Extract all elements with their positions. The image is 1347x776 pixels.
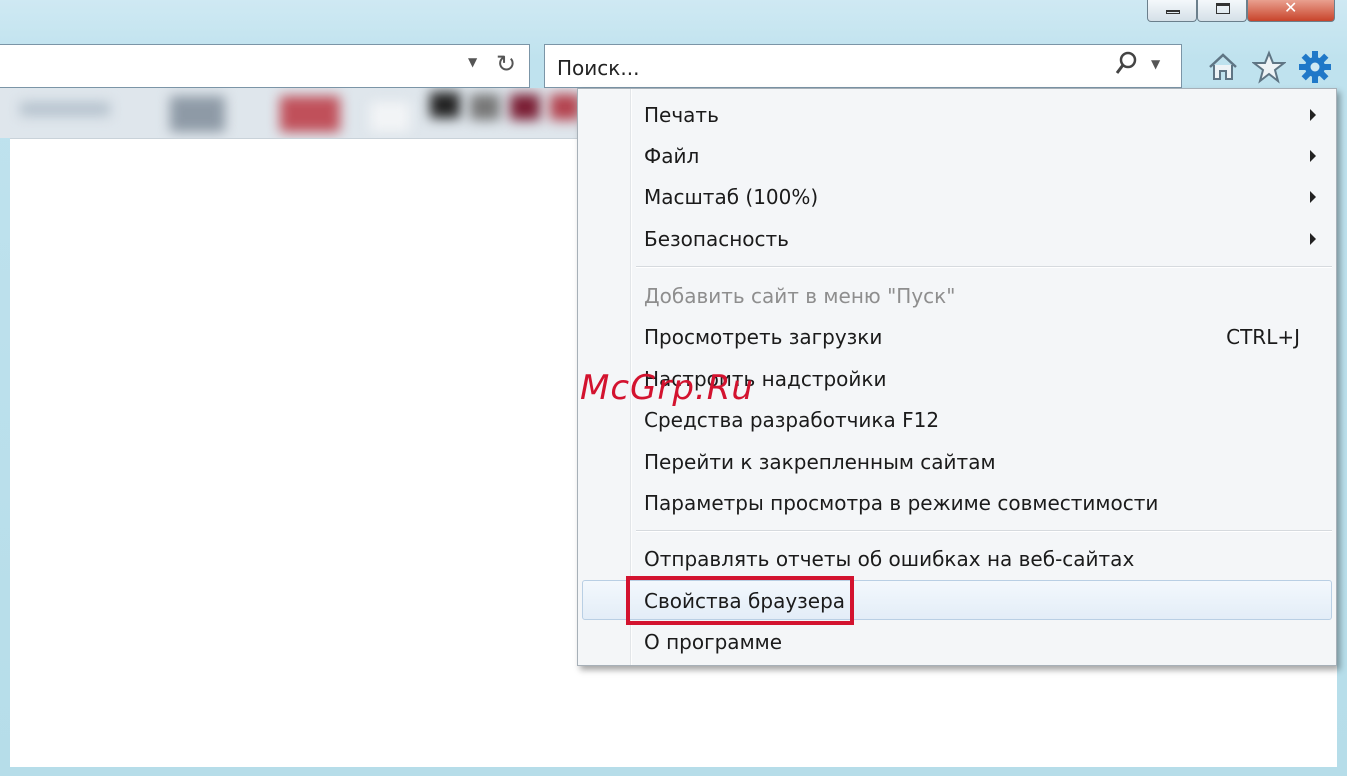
menu-item-label: Добавить сайт в меню "Пуск" — [644, 284, 956, 308]
close-button[interactable]: ✕ — [1247, 0, 1335, 22]
menu-item-label: Печать — [644, 103, 719, 127]
submenu-arrow-icon — [1310, 150, 1316, 162]
watermark: McGrp.Ru — [580, 368, 754, 408]
search-icon[interactable] — [1115, 49, 1139, 79]
menu-item-about[interactable]: О программе — [578, 622, 1336, 662]
highlight-box — [626, 576, 854, 625]
minimize-button[interactable] — [1147, 0, 1197, 22]
menu-separator — [636, 530, 1332, 532]
favorites-star-icon[interactable] — [1252, 50, 1286, 84]
submenu-arrow-icon — [1310, 191, 1316, 203]
refresh-icon[interactable]: ↻ — [496, 50, 516, 78]
submenu-arrow-icon — [1310, 233, 1316, 245]
menu-item-label: Отправлять отчеты об ошибках на веб-сайт… — [644, 547, 1135, 571]
menu-item-label: Параметры просмотра в режиме совместимос… — [644, 491, 1159, 515]
menu-item-shortcut: CTRL+J — [1226, 325, 1300, 349]
search-box[interactable]: Поиск... ▼ — [544, 44, 1182, 88]
search-dropdown-icon[interactable]: ▼ — [1151, 57, 1160, 71]
search-input[interactable]: Поиск... — [557, 56, 639, 80]
menu-item-label: О программе — [644, 630, 783, 654]
favorites-bar — [0, 88, 590, 138]
menu-item-label: Перейти к закрепленным сайтам — [644, 450, 996, 474]
menu-item-pinned-sites[interactable]: Перейти к закрепленным сайтам — [578, 442, 1336, 482]
menu-item-compatibility-view[interactable]: Параметры просмотра в режиме совместимос… — [578, 483, 1336, 523]
menu-item-safety[interactable]: Безопасность — [578, 219, 1336, 259]
maximize-icon — [1216, 3, 1230, 14]
menu-item-label: Файл — [644, 144, 700, 168]
menu-item-zoom[interactable]: Масштаб (100%) — [578, 177, 1336, 217]
menu-item-report-website-problems[interactable]: Отправлять отчеты об ошибках на веб-сайт… — [578, 539, 1336, 579]
menu-item-view-downloads[interactable]: Просмотреть загрузки CTRL+J — [578, 317, 1336, 357]
menu-item-label: Средства разработчика F12 — [644, 408, 940, 432]
close-icon: ✕ — [1284, 0, 1298, 17]
browser-window: ✕ ▼ ↻ Поиск... ▼ Печать Файл Масштаб (10… — [0, 0, 1347, 776]
menu-item-label: Масштаб (100%) — [644, 185, 819, 209]
submenu-arrow-icon — [1310, 109, 1316, 121]
minimize-icon — [1166, 10, 1180, 14]
address-bar[interactable]: ▼ ↻ — [0, 44, 530, 88]
maximize-button[interactable] — [1197, 0, 1247, 22]
menu-item-label: Просмотреть загрузки — [644, 325, 883, 349]
menu-item-file[interactable]: Файл — [578, 136, 1336, 176]
menu-item-print[interactable]: Печать — [578, 95, 1336, 135]
home-icon[interactable] — [1206, 50, 1240, 84]
gear-icon[interactable] — [1298, 50, 1332, 84]
address-dropdown-icon[interactable]: ▼ — [468, 55, 477, 69]
menu-separator — [636, 266, 1332, 268]
menu-item-label: Безопасность — [644, 227, 789, 251]
menu-item-add-site-to-start: Добавить сайт в меню "Пуск" — [578, 276, 1336, 316]
